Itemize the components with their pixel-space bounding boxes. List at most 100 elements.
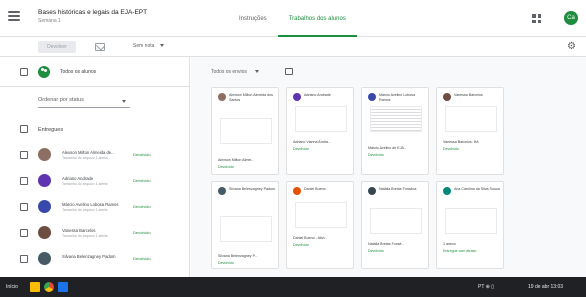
system-tray[interactable]: PT ⊕ ▯ bbox=[478, 284, 494, 290]
caret-down-icon bbox=[160, 44, 165, 48]
account-avatar[interactable]: Ca bbox=[564, 11, 578, 25]
student-avatar bbox=[368, 187, 376, 195]
student-status: Devolvido bbox=[133, 256, 151, 261]
settings-gear-icon[interactable]: ⚙ bbox=[566, 41, 577, 52]
assignment-subtitle: Semana 1 bbox=[38, 18, 61, 24]
assignment-title: Bases históricas e legais da EJA-EPT bbox=[38, 9, 148, 16]
view-tabs: Instruções Trabalhos dos alunos bbox=[228, 0, 358, 37]
student-list-panel: Todos os alunos Ordenar por status Entre… bbox=[0, 57, 190, 277]
card-file-name: Márcio Avelino de EJA... bbox=[368, 146, 407, 150]
menu-icon[interactable] bbox=[8, 11, 20, 21]
submission-card[interactable]: Adriano Andrade Adriano Vianna Andra... … bbox=[286, 87, 354, 175]
submission-card[interactable]: Daniel Bueno Daniel Bueno - Ativi... Dev… bbox=[286, 181, 354, 269]
submission-filter-dropdown[interactable]: Todos os envios bbox=[211, 69, 259, 75]
student-avatar bbox=[368, 93, 376, 101]
files-app-icon[interactable] bbox=[30, 282, 40, 292]
student-checkbox[interactable] bbox=[20, 151, 28, 159]
document-thumbnail bbox=[370, 208, 422, 234]
action-toolbar: Devolver Sem nota ⚙ bbox=[0, 37, 586, 57]
student-avatar bbox=[38, 174, 51, 187]
app-window-icon[interactable] bbox=[58, 282, 68, 292]
tab-instructions[interactable]: Instruções bbox=[228, 0, 278, 37]
student-avatar bbox=[218, 187, 226, 195]
people-icon bbox=[38, 66, 50, 78]
student-row[interactable]: Adriano Andrade Tamanho do arquivo 1 ale… bbox=[0, 168, 189, 196]
apps-grid-icon[interactable] bbox=[532, 14, 541, 23]
document-thumbnail bbox=[295, 106, 347, 132]
card-status: Devolvido bbox=[218, 261, 234, 265]
email-icon[interactable] bbox=[95, 43, 105, 51]
student-status: Devolvido bbox=[133, 204, 151, 209]
student-row[interactable]: Márcio Avelino Lobosa Ramos Tamanho do a… bbox=[0, 194, 189, 222]
card-student-name: Vanessa Barcelos bbox=[454, 93, 483, 97]
student-checkbox[interactable] bbox=[20, 229, 28, 237]
student-checkbox[interactable] bbox=[20, 255, 28, 263]
student-row[interactable]: Alexson Milton Almeida de... Tamanho do … bbox=[0, 142, 189, 170]
submission-card[interactable]: Silvana Belenzagney Padom Silvana Belenz… bbox=[211, 181, 279, 269]
student-name: Márcio Avelino Lobosa Ramos bbox=[62, 202, 119, 207]
tab-student-work[interactable]: Trabalhos dos alunos bbox=[277, 0, 358, 37]
submissions-panel: Todos os envios Alexson Milton Almeida d… bbox=[191, 57, 586, 277]
document-thumbnail bbox=[220, 118, 272, 144]
submission-card[interactable]: Alexson Milton Almeida dos Santos Alexso… bbox=[211, 87, 279, 175]
points-label: Sem nota bbox=[133, 43, 155, 49]
student-name: Alexson Milton Almeida de... bbox=[62, 150, 115, 155]
card-student-name: Alexson Milton Almeida dos Santos bbox=[229, 93, 273, 102]
student-name: Adriano Andrade bbox=[62, 176, 94, 181]
all-students-label: Todos os alunos bbox=[60, 69, 97, 75]
submission-card[interactable]: Ana Carolina da Silva Souza 1 anexo Entr… bbox=[436, 181, 504, 269]
student-subtext: Tamanho do arquivo 1 alerta bbox=[62, 208, 108, 212]
clock-display[interactable]: 19 de abr 13:03 bbox=[528, 284, 563, 290]
student-name: Silvana Belenzagney Padom bbox=[62, 254, 116, 259]
card-file-name: Silvana Belenzagney P... bbox=[218, 254, 258, 258]
card-status: Devolvido bbox=[368, 249, 384, 253]
student-avatar bbox=[218, 93, 226, 101]
student-name: Vanessa Barcelos bbox=[62, 228, 96, 233]
top-bar: Bases históricas e legais da EJA-EPT Sem… bbox=[0, 0, 586, 37]
student-avatar bbox=[293, 187, 301, 195]
return-button[interactable]: Devolver bbox=[38, 41, 76, 53]
card-status: Devolvido bbox=[293, 243, 309, 247]
card-file-name: Natália Bretas Fonsê... bbox=[368, 242, 405, 246]
card-file-name: Alexson Milton Almei... bbox=[218, 158, 255, 162]
submission-card[interactable]: Vanessa Barcelos Vanessa Barcelos: HA De… bbox=[436, 87, 504, 175]
document-thumbnail bbox=[445, 208, 497, 234]
student-avatar bbox=[38, 200, 51, 213]
classroom-window: Bases históricas e legais da EJA-EPT Sem… bbox=[0, 0, 586, 297]
card-status: Devolvido bbox=[293, 147, 309, 151]
student-avatar bbox=[443, 93, 451, 101]
os-taskbar: Início PT ⊕ ▯ 19 de abr 13:03 bbox=[0, 277, 586, 297]
student-checkbox[interactable] bbox=[20, 203, 28, 211]
sort-label: Ordenar por status bbox=[38, 97, 84, 103]
start-button[interactable]: Início bbox=[6, 284, 18, 290]
document-thumbnail bbox=[445, 106, 497, 132]
points-dropdown[interactable]: Sem nota bbox=[133, 43, 165, 49]
card-file-name: 1 anexo bbox=[443, 242, 456, 246]
card-file-name: Adriano Vianna Andra... bbox=[293, 140, 331, 144]
submission-card[interactable]: Márcio Avelino Lobosa Ramos Márcio Aveli… bbox=[361, 87, 429, 175]
folder-icon[interactable] bbox=[285, 68, 293, 75]
chrome-browser-icon[interactable] bbox=[44, 282, 54, 292]
student-row[interactable]: Vanessa Barcelos Tamanho do arquivo 1 al… bbox=[0, 220, 189, 248]
select-submitted-checkbox[interactable] bbox=[20, 125, 28, 133]
student-status: Devolvido bbox=[133, 178, 151, 183]
student-status: Devolvido bbox=[133, 230, 151, 235]
student-row[interactable]: Silvana Belenzagney Padom Devolvido bbox=[0, 246, 189, 274]
student-status: Devolvido bbox=[133, 152, 151, 157]
sort-dropdown[interactable]: Ordenar por status bbox=[38, 94, 130, 108]
student-checkbox[interactable] bbox=[20, 177, 28, 185]
student-subtext: Tamanho do arquivo 1 alerta bbox=[62, 156, 108, 160]
document-thumbnail bbox=[220, 216, 272, 242]
student-subtext: Tamanho do arquivo 1 alerta bbox=[62, 182, 108, 186]
select-all-checkbox[interactable] bbox=[20, 68, 28, 76]
all-students-row: Todos os alunos bbox=[0, 57, 189, 87]
caret-down-icon bbox=[122, 100, 126, 103]
document-thumbnail bbox=[370, 106, 422, 132]
card-student-name: Adriano Andrade bbox=[304, 93, 331, 97]
student-avatar bbox=[293, 93, 301, 101]
submission-card[interactable]: Natália Bretas Fonsêca Natália Bretas Fo… bbox=[361, 181, 429, 269]
caret-down-icon bbox=[254, 70, 259, 74]
student-avatar bbox=[38, 148, 51, 161]
card-student-name: Silvana Belenzagney Padom bbox=[229, 187, 275, 191]
card-student-name: Ana Carolina da Silva Souza bbox=[454, 187, 500, 191]
